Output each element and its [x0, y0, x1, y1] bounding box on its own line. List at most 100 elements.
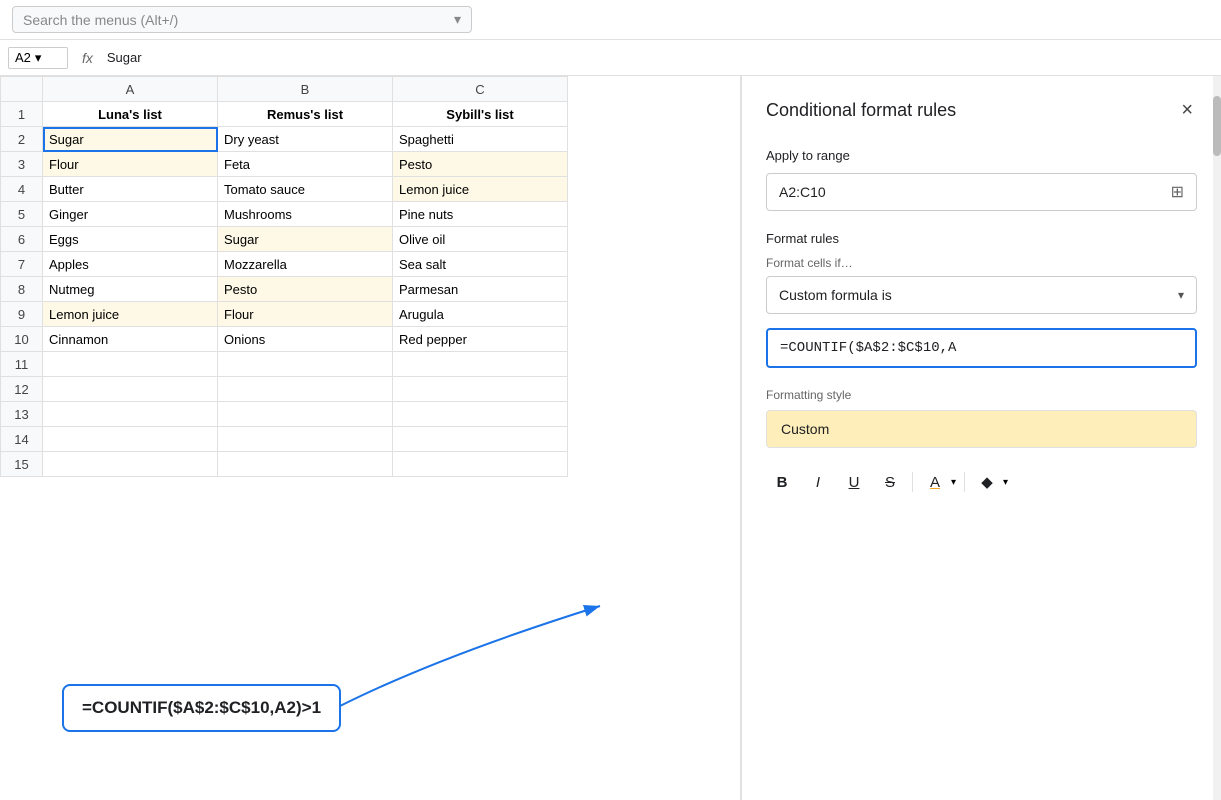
row-header-14: 14 [1, 427, 43, 452]
panel-scrollbar-thumb [1213, 96, 1221, 156]
fill-color-arrow[interactable]: ▾ [1003, 475, 1010, 490]
table-row[interactable]: Mozzarella [218, 252, 393, 277]
table-row[interactable]: Arugula [393, 302, 568, 327]
table-row[interactable]: Remus's list [218, 102, 393, 127]
table-row[interactable]: Sugar [43, 127, 218, 152]
fill-color-label: ◆ [981, 473, 993, 491]
cell-reference[interactable]: A2 ▾ [8, 47, 68, 69]
table-row[interactable]: Lemon juice [393, 177, 568, 202]
table-row[interactable]: Apples [43, 252, 218, 277]
table-row[interactable]: Nutmeg [43, 277, 218, 302]
table-row[interactable]: Flour [218, 302, 393, 327]
bold-button[interactable]: B [766, 466, 798, 498]
range-input-row[interactable]: A2:C10 ⊞ [766, 173, 1197, 211]
row-header-9: 9 [1, 302, 43, 327]
callout-bubble: =COUNTIF($A$2:$C$10,A2)>1 [62, 684, 341, 732]
table-row[interactable] [43, 377, 218, 402]
dropdown-arrow-icon: ▾ [1178, 288, 1184, 302]
table-row[interactable] [43, 352, 218, 377]
font-color-button[interactable]: A [919, 466, 951, 498]
apply-to-range-label: Apply to range [766, 148, 1197, 163]
row-header-6: 6 [1, 227, 43, 252]
underline-button[interactable]: U [838, 466, 870, 498]
table-row[interactable] [43, 452, 218, 477]
table-row[interactable]: Red pepper [393, 327, 568, 352]
table-row[interactable]: Eggs [43, 227, 218, 252]
table-row[interactable]: Sugar [218, 227, 393, 252]
row-header-5: 5 [1, 202, 43, 227]
table-row[interactable] [218, 352, 393, 377]
table-row[interactable] [218, 402, 393, 427]
row-header-15: 15 [1, 452, 43, 477]
table-row[interactable]: Parmesan [393, 277, 568, 302]
row-header-7: 7 [1, 252, 43, 277]
table-row[interactable] [393, 402, 568, 427]
table-row[interactable]: Lemon juice [43, 302, 218, 327]
right-panel: Conditional format rules × Apply to rang… [741, 76, 1221, 800]
table-row[interactable]: Feta [218, 152, 393, 177]
range-value: A2:C10 [779, 184, 1163, 200]
table-row[interactable]: Spaghetti [393, 127, 568, 152]
table-row[interactable] [393, 352, 568, 377]
callout-formula: =COUNTIF($A$2:$C$10,A2)>1 [82, 698, 321, 717]
top-bar: Search the menus (Alt+/) ▾ [0, 0, 1221, 40]
row-header-4: 4 [1, 177, 43, 202]
search-dropdown-icon[interactable]: ▾ [454, 11, 461, 28]
format-rules-label: Format rules [766, 231, 1197, 246]
table-row[interactable] [218, 427, 393, 452]
style-preview: Custom [766, 410, 1197, 448]
row-header-2: 2 [1, 127, 43, 152]
table-row[interactable]: Ginger [43, 202, 218, 227]
table-row[interactable]: Dry yeast [218, 127, 393, 152]
table-row[interactable]: Flour [43, 152, 218, 177]
main-content: A B C 1Luna's listRemus's listSybill's l… [0, 76, 1221, 800]
font-color-arrow[interactable]: ▾ [951, 475, 958, 490]
dropdown-selected-value: Custom formula is [779, 287, 892, 303]
table-row[interactable]: Onions [218, 327, 393, 352]
table-row[interactable]: Cinnamon [43, 327, 218, 352]
font-color-picker[interactable]: A ▾ [919, 466, 958, 498]
panel-header: Conditional format rules × [766, 96, 1197, 124]
format-condition-dropdown[interactable]: Custom formula is ▾ [766, 276, 1197, 314]
fill-color-button[interactable]: ◆ [971, 466, 1003, 498]
table-row[interactable]: Pesto [393, 152, 568, 177]
table-row[interactable]: Tomato sauce [218, 177, 393, 202]
cell-ref-arrow: ▾ [35, 50, 42, 66]
table-row[interactable]: Olive oil [393, 227, 568, 252]
toolbar-divider-1 [912, 472, 913, 492]
table-row[interactable]: Pesto [218, 277, 393, 302]
format-toolbar: B I U S A ▾ ◆ ▾ [766, 460, 1197, 504]
strikethrough-button[interactable]: S [874, 466, 906, 498]
table-row[interactable] [393, 452, 568, 477]
row-header-10: 10 [1, 327, 43, 352]
col-header-b: B [218, 77, 393, 102]
formula-bar: A2 ▾ fx Sugar [0, 40, 1221, 76]
table-row[interactable]: Pine nuts [393, 202, 568, 227]
toolbar-divider-2 [964, 472, 965, 492]
panel-title: Conditional format rules [766, 100, 956, 121]
table-row[interactable] [218, 452, 393, 477]
table-row[interactable]: Mushrooms [218, 202, 393, 227]
table-row[interactable] [393, 427, 568, 452]
row-header-1: 1 [1, 102, 43, 127]
font-color-label: A [930, 474, 940, 491]
table-row[interactable] [218, 377, 393, 402]
corner-header [1, 77, 43, 102]
table-row[interactable] [43, 427, 218, 452]
table-row[interactable]: Sybill's list [393, 102, 568, 127]
format-rules-section: Format rules Format cells if… Custom for… [766, 231, 1197, 368]
table-row[interactable]: Butter [43, 177, 218, 202]
table-row[interactable]: Luna's list [43, 102, 218, 127]
formula-input[interactable]: =COUNTIF($A$2:$C$10,A [766, 328, 1197, 368]
row-header-13: 13 [1, 402, 43, 427]
search-box[interactable]: Search the menus (Alt+/) ▾ [12, 6, 472, 33]
grid-select-icon[interactable]: ⊞ [1171, 182, 1184, 202]
panel-scrollbar[interactable] [1213, 76, 1221, 800]
fill-color-picker[interactable]: ◆ ▾ [971, 466, 1010, 498]
row-header-12: 12 [1, 377, 43, 402]
close-button[interactable]: × [1177, 96, 1197, 124]
table-row[interactable] [393, 377, 568, 402]
italic-button[interactable]: I [802, 466, 834, 498]
table-row[interactable] [43, 402, 218, 427]
table-row[interactable]: Sea salt [393, 252, 568, 277]
